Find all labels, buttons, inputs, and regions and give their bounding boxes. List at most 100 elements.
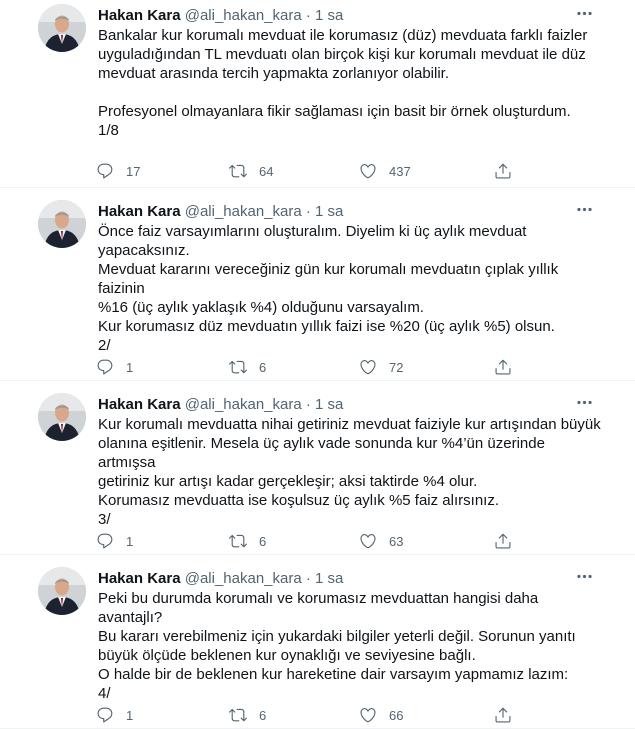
tweet-text-line: 2/ — [98, 337, 111, 354]
retweet-count: 6 — [259, 533, 267, 549]
heart-icon — [359, 358, 377, 376]
share-icon — [494, 358, 512, 376]
more-options-button[interactable] — [569, 394, 599, 416]
retweet-count: 6 — [259, 359, 267, 375]
tweet-text-line: 4/ — [98, 685, 111, 702]
tweet-header: Hakan Kara @ali_hakan_kara · 1 sa — [98, 6, 343, 25]
more-options-icon — [575, 200, 594, 224]
like-count: 72 — [389, 359, 404, 375]
tweet-text-line: büyük ölçüde beklenen kur oynaklığı ve s… — [98, 647, 476, 664]
reply-count: 1 — [126, 359, 134, 375]
tweet-text-line: 3/ — [98, 511, 111, 528]
author-handle[interactable]: @ali_hakan_kara — [185, 203, 302, 220]
tweet-text: Peki bu durumda korumalı ve korumasız me… — [98, 589, 603, 703]
share-icon — [494, 162, 512, 180]
avatar[interactable] — [38, 4, 86, 52]
tweet-text-line: olanına eşitlenir. Mesela üç aylık vade … — [98, 435, 545, 471]
like-button[interactable]: 72 — [359, 356, 403, 378]
tweet-header: Hakan Kara @ali_hakan_kara · 1 sa — [98, 569, 343, 588]
tweet-divider — [0, 380, 635, 381]
tweet-header: Hakan Kara @ali_hakan_kara · 1 sa — [98, 395, 343, 414]
retweet-icon — [229, 532, 247, 550]
reply-icon — [96, 358, 114, 376]
like-button[interactable]: 66 — [359, 704, 403, 726]
tweet-header: Hakan Kara @ali_hakan_kara · 1 sa — [98, 202, 343, 221]
separator-dot: · — [305, 570, 311, 587]
retweet-button[interactable]: 64 — [229, 160, 273, 182]
share-button[interactable] — [494, 530, 512, 552]
more-options-icon — [575, 4, 594, 28]
tweet-text-line: Mevduat kararını vereceğiniz gün kur kor… — [98, 261, 559, 297]
separator-dot: · — [305, 203, 311, 220]
avatar[interactable] — [38, 393, 86, 441]
tweet-timestamp[interactable]: 1 sa — [315, 570, 343, 587]
retweet-count: 64 — [259, 163, 274, 179]
reply-button[interactable]: 1 — [96, 704, 133, 726]
tweet-text: Bankalar kur korumalı mevduat ile koruma… — [98, 26, 603, 140]
more-options-button[interactable] — [569, 5, 599, 27]
like-count: 63 — [389, 533, 404, 549]
tweet-text-line: Kur korumalı mevduatta nihai getiriniz m… — [98, 416, 601, 433]
retweet-icon — [229, 162, 247, 180]
tweet-actions: 1 6 66 — [96, 704, 516, 726]
retweet-button[interactable]: 6 — [229, 356, 266, 378]
heart-icon — [359, 706, 377, 724]
share-button[interactable] — [494, 160, 512, 182]
like-count: 66 — [389, 707, 404, 723]
tweet-text-line: Bu kararı verebilmeniz için yukardaki bi… — [98, 628, 576, 645]
heart-icon — [359, 532, 377, 550]
heart-icon — [359, 162, 377, 180]
reply-count: 1 — [126, 533, 134, 549]
tweet-actions: 1 6 63 — [96, 530, 516, 552]
author-handle[interactable]: @ali_hakan_kara — [185, 396, 302, 413]
share-button[interactable] — [494, 704, 512, 726]
more-options-icon — [575, 393, 594, 417]
reply-icon — [96, 162, 114, 180]
share-icon — [494, 532, 512, 550]
tweet-actions: 1 6 72 — [96, 356, 516, 378]
reply-button[interactable]: 1 — [96, 356, 133, 378]
like-button[interactable]: 63 — [359, 530, 403, 552]
share-button[interactable] — [494, 356, 512, 378]
tweet-text-line — [98, 83, 603, 102]
avatar[interactable] — [38, 567, 86, 615]
tweet-text-line: yapacaksınız. — [98, 242, 190, 259]
tweet-text: Önce faiz varsayımlarını oluşturalım. Di… — [98, 222, 603, 355]
tweet-divider — [0, 554, 635, 555]
tweet-divider — [0, 187, 635, 188]
tweet-text-line: 1/8 — [98, 122, 119, 139]
retweet-count: 6 — [259, 707, 267, 723]
tweet-text-line: Kur korumasız düz mevduatın yıllık faizi… — [98, 318, 555, 335]
tweet-text-line: Korumasız mevduatta ise koşulsuz üç aylı… — [98, 492, 499, 509]
avatar[interactable] — [38, 200, 86, 248]
reply-icon — [96, 706, 114, 724]
more-options-button[interactable] — [569, 568, 599, 590]
tweet-timestamp[interactable]: 1 sa — [315, 7, 343, 24]
author-name[interactable]: Hakan Kara — [98, 570, 181, 587]
reply-button[interactable]: 1 — [96, 530, 133, 552]
tweet-text-line: %16 (üç aylık yaklaşık %4) olduğunu vars… — [98, 299, 424, 316]
separator-dot: · — [305, 7, 311, 24]
tweet-text-line: Bankalar kur korumalı mevduat ile koruma… — [98, 27, 588, 44]
tweet-timestamp[interactable]: 1 sa — [315, 396, 343, 413]
tweet-text-line: Profesyonel olmayanlara fikir sağlaması … — [98, 103, 571, 120]
tweet-text-line: mevduat arasında tercih yapmakta zorlanı… — [98, 65, 450, 82]
reply-icon — [96, 532, 114, 550]
reply-count: 1 — [126, 707, 134, 723]
author-handle[interactable]: @ali_hakan_kara — [185, 570, 302, 587]
tweet-text: Kur korumalı mevduatta nihai getiriniz m… — [98, 415, 603, 529]
retweet-icon — [229, 706, 247, 724]
author-handle[interactable]: @ali_hakan_kara — [185, 7, 302, 24]
author-name[interactable]: Hakan Kara — [98, 396, 181, 413]
like-button[interactable]: 437 — [359, 160, 411, 182]
tweet-timestamp[interactable]: 1 sa — [315, 203, 343, 220]
retweet-button[interactable]: 6 — [229, 530, 266, 552]
more-options-button[interactable] — [569, 201, 599, 223]
reply-button[interactable]: 17 — [96, 160, 140, 182]
tweet-text-line: getiriniz kur artışı kadar gerçekleşir; … — [98, 473, 478, 490]
author-name[interactable]: Hakan Kara — [98, 7, 181, 24]
tweet-actions: 17 64 437 — [96, 160, 516, 182]
retweet-button[interactable]: 6 — [229, 704, 266, 726]
share-icon — [494, 706, 512, 724]
author-name[interactable]: Hakan Kara — [98, 203, 181, 220]
